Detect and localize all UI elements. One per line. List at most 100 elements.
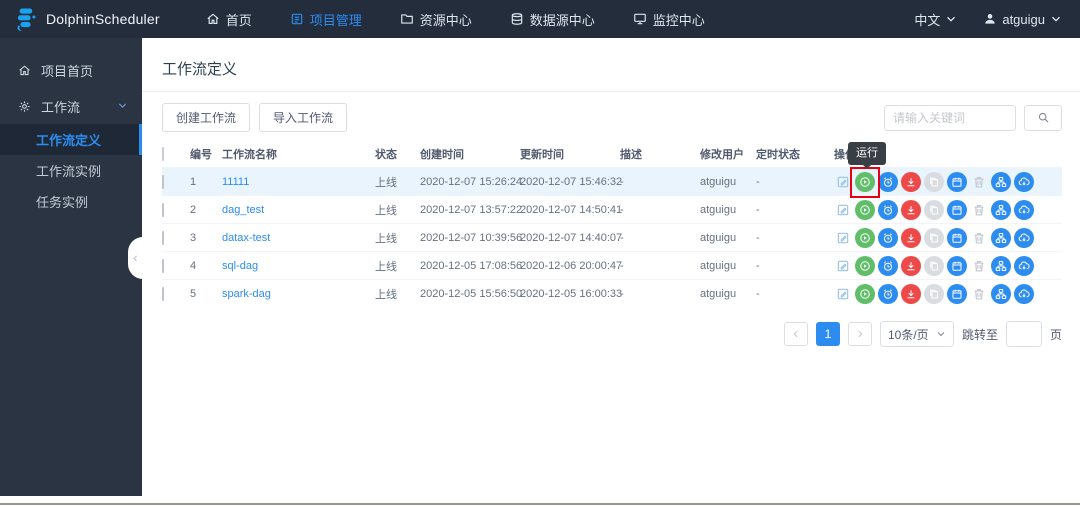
create-workflow-button[interactable]: 创建工作流 (162, 103, 251, 132)
search-button[interactable] (1024, 104, 1062, 131)
row-create-time: 2020-12-07 15:26:24 (420, 175, 523, 188)
nav-item-home[interactable]: 首页 (206, 10, 252, 29)
timing-button[interactable] (878, 171, 898, 192)
export-button[interactable] (1014, 255, 1034, 276)
search-input[interactable] (884, 104, 1016, 131)
sidebar-item-workflow-definition[interactable]: 工作流定义 (0, 124, 142, 155)
sidebar-item-project-home[interactable]: 项目首页 (0, 52, 142, 88)
cron-manage-button[interactable] (947, 283, 967, 304)
delete-button[interactable] (970, 172, 988, 192)
import-workflow-button[interactable]: 导入工作流 (259, 103, 348, 132)
sidebar-item-task-instance[interactable]: 任务实例 (0, 186, 142, 217)
cron-manage-button[interactable] (947, 171, 967, 192)
search-icon (1037, 111, 1050, 124)
workflow-name-link[interactable]: 11111 (222, 176, 249, 188)
run-button[interactable] (855, 199, 875, 220)
offline-button[interactable] (901, 199, 921, 220)
edit-button[interactable] (834, 228, 852, 248)
row-status: 上线 (375, 204, 397, 217)
timing-button[interactable] (878, 255, 898, 276)
export-button[interactable] (1014, 199, 1034, 220)
export-button[interactable] (1014, 227, 1034, 248)
play-circle-icon (859, 204, 871, 216)
row-checkbox[interactable] (162, 286, 164, 301)
language-dropdown[interactable]: 中文 (914, 10, 957, 29)
row-checkbox[interactable] (162, 174, 164, 189)
download-icon (905, 232, 917, 244)
timing-button[interactable] (878, 283, 898, 304)
export-button[interactable] (1014, 283, 1034, 304)
sidebar-item-workflow[interactable]: 工作流 (0, 88, 142, 124)
copy-button[interactable] (924, 283, 944, 304)
brand-name: DolphinScheduler (46, 11, 160, 27)
nav-item-resource-center[interactable]: 资源中心 (400, 10, 472, 29)
timing-button[interactable] (878, 227, 898, 248)
copy-button[interactable] (924, 171, 944, 192)
copy-button[interactable] (924, 199, 944, 220)
offline-button[interactable] (901, 227, 921, 248)
workflow-name-link[interactable]: spark-dag (222, 288, 271, 300)
run-button[interactable] (855, 283, 875, 304)
row-actions: 运行 (834, 141, 1062, 198)
row-actions (834, 227, 1062, 248)
brand[interactable]: DolphinScheduler (12, 6, 160, 33)
row-checkbox[interactable] (162, 258, 164, 273)
sidebar-subitem-label: 工作流定义 (36, 133, 102, 148)
chevron-down-icon (945, 13, 957, 25)
sidebar-collapse-handle[interactable] (128, 237, 143, 279)
table-row: 5 spark-dag 上线 2020-12-05 15:56:50 2020-12-0… (162, 279, 1062, 307)
select-all-checkbox[interactable] (162, 147, 164, 161)
tree-view-button[interactable] (991, 255, 1011, 276)
workflow-name-link[interactable]: datax-test (222, 232, 270, 244)
tree-view-button[interactable] (991, 227, 1011, 248)
cron-manage-button[interactable] (947, 199, 967, 220)
sidebar-subitem-label: 任务实例 (36, 195, 89, 210)
edit-icon (836, 175, 850, 189)
prev-page-button[interactable] (783, 322, 808, 346)
offline-button[interactable] (901, 255, 921, 276)
tree-view-button[interactable] (991, 283, 1011, 304)
delete-button[interactable] (970, 200, 988, 220)
page-size-select[interactable]: 10条/页 (879, 321, 954, 347)
edit-button[interactable] (834, 284, 852, 304)
sidebar-item-workflow-instance[interactable]: 工作流实例 (0, 155, 142, 186)
delete-button[interactable] (970, 256, 988, 276)
run-button[interactable] (855, 227, 875, 248)
row-checkbox[interactable] (162, 202, 164, 217)
offline-button[interactable] (901, 283, 921, 304)
edit-button[interactable] (834, 256, 852, 276)
toolbar: 创建工作流 导入工作流 (142, 92, 1080, 141)
tree-view-button[interactable] (991, 171, 1011, 192)
row-checkbox[interactable] (162, 230, 164, 245)
tree-view-button[interactable] (991, 199, 1011, 220)
cron-manage-button[interactable] (947, 227, 967, 248)
delete-button[interactable] (970, 284, 988, 304)
offline-button[interactable] (901, 171, 921, 192)
page-number-active[interactable]: 1 (815, 322, 840, 346)
run-button[interactable] (855, 255, 875, 276)
row-status: 上线 (375, 176, 397, 189)
workflow-name-link[interactable]: sql-dag (222, 260, 258, 272)
timing-button[interactable] (878, 199, 898, 220)
nav-item-datasource-center[interactable]: 数据源中心 (510, 10, 595, 29)
jump-to-page-input[interactable] (1005, 321, 1042, 347)
next-page-button[interactable] (847, 322, 872, 346)
edit-button[interactable] (834, 200, 852, 220)
row-cron-status: - (756, 287, 760, 300)
cron-manage-button[interactable] (947, 255, 967, 276)
copy-button[interactable] (924, 227, 944, 248)
copy-button[interactable] (924, 255, 944, 276)
edit-button[interactable] (834, 172, 852, 192)
export-button[interactable] (1014, 171, 1034, 192)
delete-button[interactable] (970, 228, 988, 248)
column-header: 工作流名称 (222, 149, 277, 161)
row-description: - (620, 203, 624, 216)
nav-item-monitor-center[interactable]: 监控中心 (633, 10, 705, 29)
run-button[interactable] (855, 171, 875, 192)
nav-item-project-management[interactable]: 项目管理 (290, 10, 362, 29)
user-dropdown[interactable]: atguigu (983, 12, 1062, 27)
workflow-name-link[interactable]: dag_test (222, 204, 264, 216)
row-modify-user: atguigu (700, 287, 737, 300)
row-cron-status: - (756, 231, 760, 244)
row-description: - (620, 175, 624, 188)
